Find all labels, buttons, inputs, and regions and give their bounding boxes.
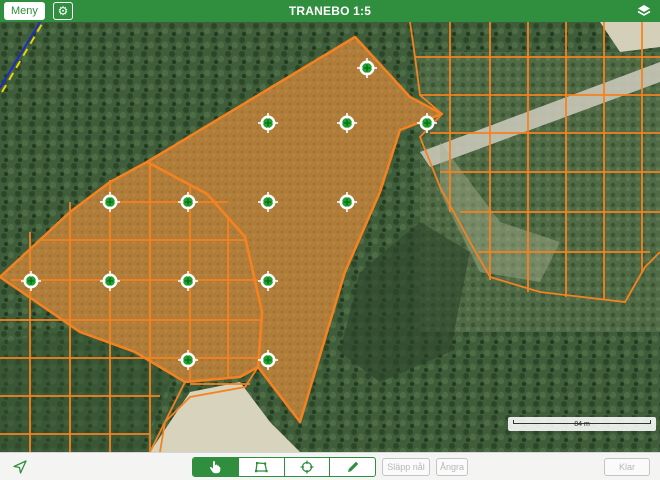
locate-button[interactable] (12, 459, 28, 475)
pencil-icon (347, 461, 358, 472)
map-view[interactable] (0, 22, 660, 452)
settings-button[interactable]: ⚙ (53, 2, 73, 20)
mode-edit-button[interactable] (330, 458, 375, 476)
menu-button[interactable]: Meny (4, 2, 45, 20)
crosshair-icon (300, 460, 314, 474)
undo-button[interactable]: Ångra (436, 458, 468, 476)
polygon-icon (255, 462, 268, 473)
done-button[interactable]: Klar (604, 458, 650, 476)
layers-icon (637, 5, 651, 16)
scale-bar: 84 m (508, 417, 656, 431)
drop-pin-button[interactable]: Släpp nål (382, 458, 430, 476)
bottom-toolbar: Släpp nål Ångra Klar (0, 452, 660, 480)
mode-select-button[interactable] (193, 458, 239, 476)
hand-pointer-icon (210, 461, 221, 474)
mode-segmented-control (192, 457, 376, 477)
mode-polygon-button[interactable] (239, 458, 285, 476)
gear-icon: ⚙ (57, 4, 69, 18)
top-bar: TRANEBO 1:5 Meny ⚙ (0, 0, 660, 22)
layers-button[interactable] (636, 2, 652, 20)
page-title: TRANEBO 1:5 (288, 4, 372, 18)
mode-target-button[interactable] (285, 458, 331, 476)
location-arrow-icon (13, 460, 27, 474)
scale-label: 84 m (574, 421, 590, 428)
